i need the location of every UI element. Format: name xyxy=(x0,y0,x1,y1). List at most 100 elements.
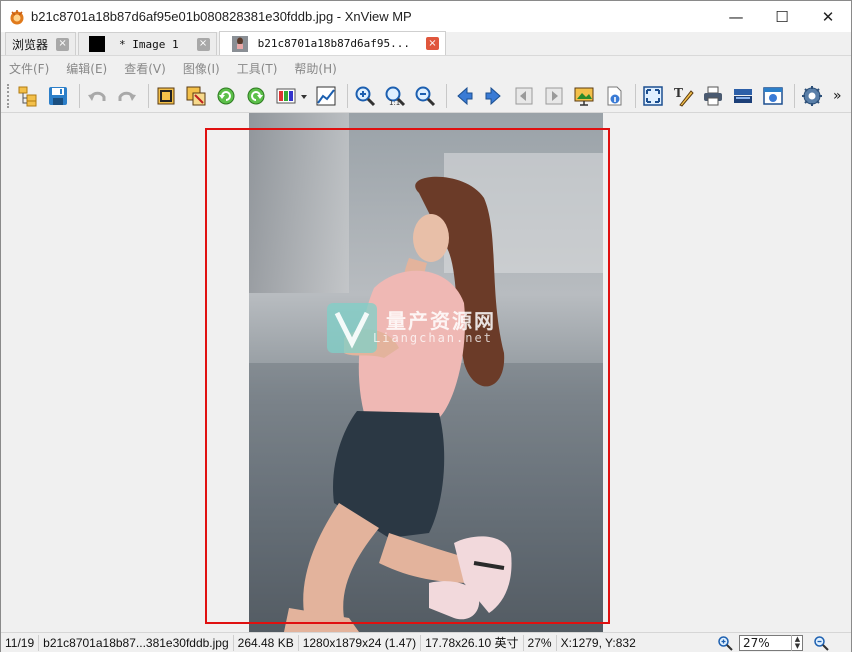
capture-icon xyxy=(763,86,783,105)
levels-icon xyxy=(316,86,336,105)
zoom-in-icon xyxy=(355,86,376,106)
toolbar-separator xyxy=(347,83,348,108)
save-icon xyxy=(49,86,67,105)
zoom-in-icon[interactable] xyxy=(717,635,733,651)
settings-button[interactable] xyxy=(799,83,825,109)
print-button[interactable] xyxy=(700,83,726,109)
menu-view[interactable]: 查看(V) xyxy=(124,60,166,77)
zoom-out-button[interactable] xyxy=(412,83,438,109)
maximize-button[interactable]: ☐ xyxy=(759,1,805,32)
image-viewer[interactable]: 量产资源网 Liangchan.net xyxy=(1,113,851,632)
status-filesize: 264.48 KB xyxy=(234,634,299,651)
status-zoom: 27% xyxy=(524,634,557,651)
browser-icon xyxy=(18,86,37,106)
menu-file[interactable]: 文件(F) xyxy=(9,60,49,77)
tab-current-image[interactable]: b21c8701a18b87d6af95... × xyxy=(218,31,446,55)
edit-text-button[interactable]: T xyxy=(670,83,696,109)
spin-down-icon[interactable]: ▼ xyxy=(795,643,800,650)
menu-help[interactable]: 帮助(H) xyxy=(294,60,336,77)
first-button[interactable] xyxy=(511,83,537,109)
save-button[interactable] xyxy=(45,83,71,109)
edit-text-icon: T xyxy=(674,86,694,107)
status-dimensions: 1280x1879x24 (1.47) xyxy=(299,634,422,651)
next-icon xyxy=(485,86,501,105)
info-icon xyxy=(607,86,622,105)
fullscreen-button[interactable] xyxy=(640,83,666,109)
menu-tools[interactable]: 工具(T) xyxy=(237,60,278,77)
tab-close-icon[interactable]: × xyxy=(56,37,70,51)
tab-label: * Image 1 xyxy=(119,37,179,51)
svg-text:1:1: 1:1 xyxy=(389,99,400,107)
zoom-actual-button[interactable]: 1:1 xyxy=(382,83,408,109)
toolbar-separator xyxy=(635,83,636,108)
toolbar-separator xyxy=(79,83,80,108)
undo-button[interactable] xyxy=(84,83,110,109)
browser-button[interactable] xyxy=(15,83,41,109)
last-icon xyxy=(545,87,563,104)
color-adjust-button[interactable] xyxy=(273,83,299,109)
tab-close-icon[interactable]: × xyxy=(425,37,439,50)
toolbar: 1:1 T » xyxy=(1,79,851,113)
rotate-right-button[interactable] xyxy=(243,83,269,109)
undo-icon xyxy=(88,91,106,101)
status-cursor: X:1279, Y:832 xyxy=(560,635,636,650)
zoom-in-button[interactable] xyxy=(352,83,378,109)
status-print-size: 17.78x26.10 英寸 xyxy=(421,634,524,651)
crop-icon xyxy=(157,87,175,104)
tab-bar: 浏览器 × * Image 1 × b21c8701a18b87d6af95..… xyxy=(1,31,851,56)
tab-browser[interactable]: 浏览器 × xyxy=(5,32,77,55)
fullscreen-icon xyxy=(643,85,663,106)
toolbar-separator xyxy=(794,83,795,108)
zoom-out-icon[interactable] xyxy=(813,635,829,651)
resize-button[interactable] xyxy=(183,83,209,109)
info-button[interactable] xyxy=(601,83,627,109)
image-thumbnail-icon xyxy=(231,35,248,52)
capture-button[interactable] xyxy=(760,83,786,109)
zoom-out-icon xyxy=(415,86,436,106)
toolbar-separator xyxy=(148,83,149,108)
rotate-left-icon xyxy=(217,87,235,104)
redo-button[interactable] xyxy=(114,83,140,109)
settings-icon xyxy=(802,85,822,106)
print-icon xyxy=(704,86,722,105)
menu-bar: 文件(F) 编辑(E) 查看(V) 图像(I) 工具(T) 帮助(H) xyxy=(1,57,851,79)
color-adjust-dropdown[interactable] xyxy=(299,83,309,109)
selection-rectangle[interactable] xyxy=(205,128,610,624)
redo-icon xyxy=(118,91,136,101)
color-adjust-icon xyxy=(276,88,296,103)
minimize-button[interactable]: — xyxy=(713,1,759,32)
toolbar-overflow-button[interactable]: » xyxy=(833,88,842,104)
slideshow-button[interactable] xyxy=(571,83,597,109)
rotate-left-button[interactable] xyxy=(213,83,239,109)
slideshow-icon xyxy=(574,87,594,106)
zoom-spinner[interactable]: ▲ ▼ xyxy=(791,635,803,651)
app-window: b21c8701a18b87d6af95e01b080828381e30fddb… xyxy=(0,0,852,652)
next-button[interactable] xyxy=(481,83,507,109)
status-filename: b21c8701a18b87...381e30fddb.jpg xyxy=(39,634,234,651)
resize-icon xyxy=(186,86,206,105)
scan-button[interactable] xyxy=(730,83,756,109)
toolbar-separator xyxy=(446,83,447,108)
dropdown-arrow-icon xyxy=(301,94,307,99)
previous-button[interactable] xyxy=(451,83,477,109)
rotate-right-icon xyxy=(247,87,265,104)
svg-text:T: T xyxy=(674,86,683,100)
title-bar: b21c8701a18b87d6af95e01b080828381e30fddb… xyxy=(1,1,851,32)
zoom-actual-icon: 1:1 xyxy=(385,86,406,107)
tab-label: b21c8701a18b87d6af95... xyxy=(257,37,410,50)
xnview-logo-icon xyxy=(10,9,24,24)
menu-image[interactable]: 图像(I) xyxy=(183,60,220,77)
close-button[interactable]: ✕ xyxy=(805,1,851,32)
tab-label: 浏览器 xyxy=(12,37,49,52)
levels-button[interactable] xyxy=(313,83,339,109)
scan-icon xyxy=(734,88,752,103)
black-swatch-icon xyxy=(89,36,106,52)
toolbar-grip[interactable] xyxy=(7,83,11,108)
window-title: b21c8701a18b87d6af95e01b080828381e30fddb… xyxy=(31,9,412,24)
last-button[interactable] xyxy=(541,83,567,109)
crop-button[interactable] xyxy=(153,83,179,109)
tab-close-icon[interactable]: × xyxy=(196,37,210,51)
menu-edit[interactable]: 编辑(E) xyxy=(66,60,107,77)
tab-image-1[interactable]: * Image 1 × xyxy=(78,32,217,55)
previous-icon xyxy=(457,86,473,105)
